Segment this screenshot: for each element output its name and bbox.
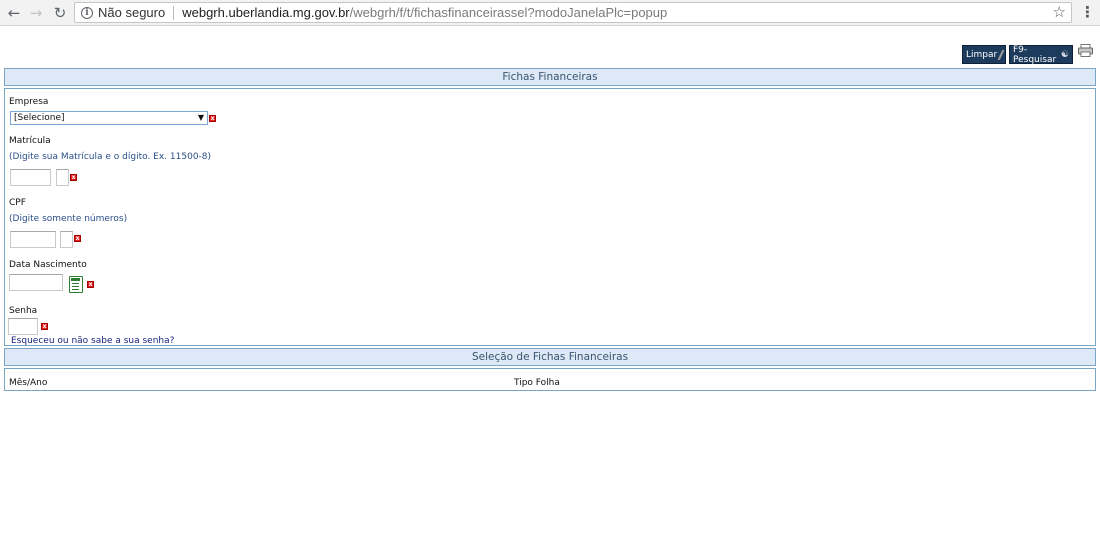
empresa-selected-value: [Selecione] (14, 113, 65, 123)
column-tipo-folha: Tipo Folha (514, 378, 560, 388)
url-path: /webgrh/f/t/fichasfinanceirassel?modoJan… (349, 5, 668, 20)
bookmark-star-icon[interactable]: ☆ (1053, 3, 1066, 21)
empresa-label: Empresa (9, 97, 49, 107)
senha-input[interactable] (8, 318, 38, 335)
clear-matricula-icon[interactable]: x (70, 174, 77, 181)
nascimento-input[interactable] (9, 274, 63, 291)
binoculars-icon: ☯ (1060, 49, 1069, 60)
form-panel-header: Fichas Financeiras (4, 68, 1096, 86)
eraser-icon (997, 49, 1005, 60)
matricula-label: Matrícula (9, 136, 51, 146)
reload-icon[interactable]: ↻ (51, 4, 69, 22)
browser-toolbar: ← → ↻ i Não seguro webgrh.uberlandia.mg.… (0, 0, 1100, 26)
limpar-button[interactable]: Limpar (962, 45, 1006, 64)
clear-empresa-icon[interactable]: x (209, 115, 216, 122)
back-arrow-icon[interactable]: ← (5, 4, 23, 22)
form-panel (4, 88, 1096, 346)
info-icon[interactable]: i (81, 6, 93, 19)
matricula-hint: (Digite sua Matrícula e o dígito. Ex. 11… (9, 152, 212, 162)
printer-icon[interactable] (1078, 44, 1093, 57)
limpar-label: Limpar (966, 49, 998, 60)
more-menu-icon[interactable]: ⋮ (1080, 3, 1095, 21)
form-title: Fichas Financeiras (502, 71, 598, 83)
forward-arrow-icon[interactable]: → (27, 4, 45, 22)
address-bar[interactable]: i Não seguro webgrh.uberlandia.mg.gov.br… (74, 2, 1072, 23)
calendar-icon[interactable] (69, 276, 83, 293)
nascimento-label: Data Nascimento (9, 260, 87, 270)
cpf-label: CPF (9, 198, 26, 208)
pesquisar-button[interactable]: F9-Pesquisar ☯ (1009, 44, 1073, 65)
cpf-hint: (Digite somente números) (9, 214, 128, 224)
matricula-digit-input[interactable] (56, 169, 69, 186)
cpf-input[interactable] (10, 231, 56, 248)
cpf-digit-input[interactable] (60, 231, 73, 248)
url-host: webgrh.uberlandia.mg.gov.br (182, 5, 350, 20)
column-mes-ano: Mês/Ano (9, 378, 48, 388)
security-label: Não seguro (98, 5, 166, 20)
matricula-input[interactable] (10, 169, 51, 186)
pesquisar-label: F9-Pesquisar (1013, 44, 1057, 65)
senha-label: Senha (9, 306, 38, 316)
empresa-select[interactable]: [Selecione] ▼ (10, 111, 208, 125)
clear-senha-icon[interactable]: x (41, 323, 48, 330)
selection-panel-header: Seleção de Fichas Financeiras (4, 348, 1096, 366)
dropdown-arrow-icon: ▼ (197, 113, 204, 122)
clear-cpf-icon[interactable]: x (74, 235, 81, 242)
omnibox-divider (173, 5, 175, 20)
selection-title: Seleção de Fichas Financeiras (471, 351, 629, 363)
forgot-password-link[interactable]: Esqueceu ou não sabe a sua senha? (11, 336, 174, 346)
clear-nascimento-icon[interactable]: x (87, 281, 94, 288)
